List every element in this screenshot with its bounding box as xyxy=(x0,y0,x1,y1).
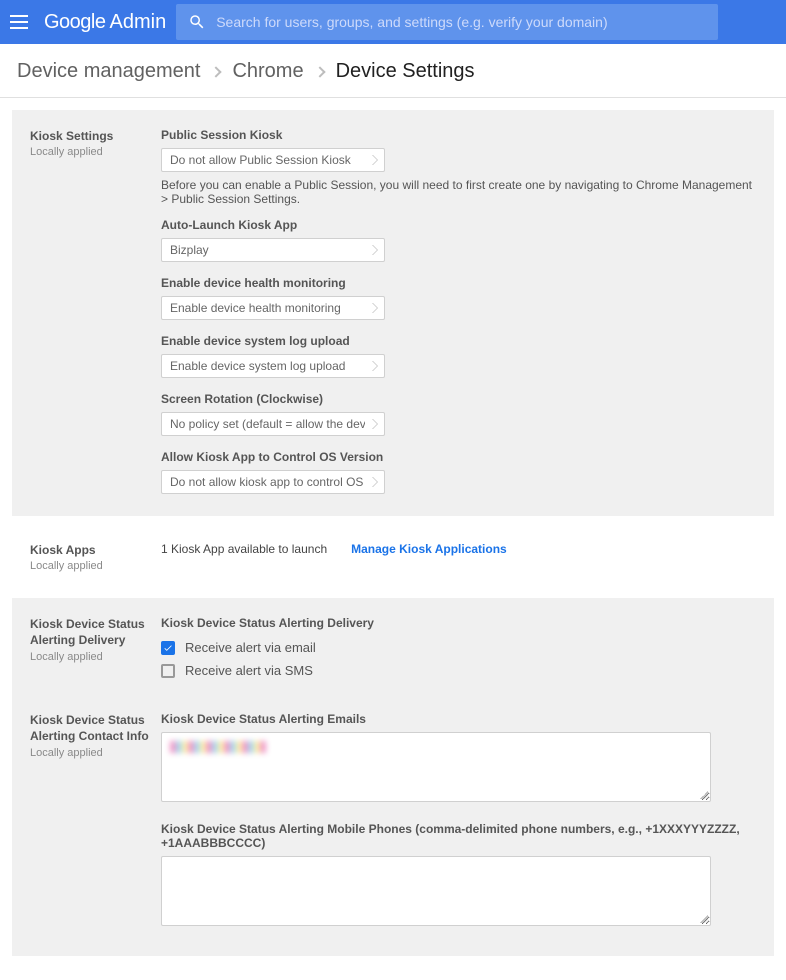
select-public-session[interactable]: Do not allow Public Session Kiosk xyxy=(161,148,385,172)
panel-side: Kiosk Settings Locally applied xyxy=(30,128,161,494)
apps-available-text: 1 Kiosk App available to launch xyxy=(161,542,327,556)
search-bar[interactable] xyxy=(176,4,718,40)
label-auto-launch: Auto-Launch Kiosk App xyxy=(161,218,756,232)
panel-title: Kiosk Device Status Alerting Contact Inf… xyxy=(30,712,161,744)
panel-main: 1 Kiosk App available to launch Manage K… xyxy=(161,542,756,572)
label-alert-email: Receive alert via email xyxy=(185,640,316,655)
checkbox-row-sms[interactable]: Receive alert via SMS xyxy=(161,663,756,678)
search-icon xyxy=(188,13,206,31)
search-input[interactable] xyxy=(216,14,706,30)
breadcrumb-item-chrome[interactable]: Chrome xyxy=(232,60,303,83)
panel-kiosk-apps: Kiosk Apps Locally applied 1 Kiosk App a… xyxy=(12,528,774,586)
panel-title: Kiosk Apps xyxy=(30,542,161,558)
panel-main: Kiosk Device Status Alerting Emails Kios… xyxy=(161,712,756,926)
logo-google-text: Google xyxy=(44,11,106,34)
panel-applied: Locally applied xyxy=(30,651,161,663)
panel-applied: Locally applied xyxy=(30,747,161,759)
panel-alerting: Kiosk Device Status Alerting Delivery Lo… xyxy=(12,598,774,956)
checkbox-sms[interactable] xyxy=(161,664,175,678)
top-bar: Google Admin xyxy=(0,0,786,44)
logo-admin-text: Admin xyxy=(110,11,167,34)
label-os-version: Allow Kiosk App to Control OS Version xyxy=(161,450,756,464)
panel-side: Kiosk Apps Locally applied xyxy=(30,542,161,572)
panel-main: Public Session Kiosk Do not allow Public… xyxy=(161,128,756,494)
logo[interactable]: Google Admin xyxy=(44,11,166,34)
label-alert-phones: Kiosk Device Status Alerting Mobile Phon… xyxy=(161,822,756,850)
label-syslog-upload: Enable device system log upload xyxy=(161,334,756,348)
heading-alerting-delivery: Kiosk Device Status Alerting Delivery xyxy=(161,616,756,630)
checkbox-email[interactable] xyxy=(161,641,175,655)
panel-applied: Locally applied xyxy=(30,560,161,572)
redacted-content xyxy=(170,741,266,753)
label-screen-rotation: Screen Rotation (Clockwise) xyxy=(161,392,756,406)
panel-kiosk-settings: Kiosk Settings Locally applied Public Se… xyxy=(12,110,774,516)
breadcrumb-item-device-management[interactable]: Device management xyxy=(17,60,200,83)
breadcrumb: Device management Chrome Device Settings xyxy=(0,44,786,98)
label-health-monitoring: Enable device health monitoring xyxy=(161,276,756,290)
checkbox-row-email[interactable]: Receive alert via email xyxy=(161,640,756,655)
textarea-alert-emails[interactable] xyxy=(161,732,711,802)
label-public-session: Public Session Kiosk xyxy=(161,128,756,142)
textarea-alert-phones[interactable] xyxy=(161,856,711,926)
panel-main: Kiosk Device Status Alerting Delivery Re… xyxy=(161,616,756,686)
label-alert-sms: Receive alert via SMS xyxy=(185,663,313,678)
panel-side-delivery: Kiosk Device Status Alerting Delivery Lo… xyxy=(30,616,161,686)
help-public-session: Before you can enable a Public Session, … xyxy=(161,178,756,206)
select-os-version[interactable]: Do not allow kiosk app to control OS ver… xyxy=(161,470,385,494)
panel-title: Kiosk Device Status Alerting Delivery xyxy=(30,616,161,648)
manage-kiosk-link[interactable]: Manage Kiosk Applications xyxy=(351,542,507,556)
chevron-right-icon xyxy=(314,66,325,77)
panel-side-contact: Kiosk Device Status Alerting Contact Inf… xyxy=(30,712,161,926)
select-health-monitoring[interactable]: Enable device health monitoring xyxy=(161,296,385,320)
panel-applied: Locally applied xyxy=(30,146,161,158)
chevron-right-icon xyxy=(211,66,222,77)
breadcrumb-item-device-settings: Device Settings xyxy=(336,60,475,83)
select-syslog-upload[interactable]: Enable device system log upload xyxy=(161,354,385,378)
menu-icon[interactable] xyxy=(10,10,34,34)
select-auto-launch[interactable]: Bizplay xyxy=(161,238,385,262)
label-alert-emails: Kiosk Device Status Alerting Emails xyxy=(161,712,756,726)
panel-title: Kiosk Settings xyxy=(30,128,161,144)
select-screen-rotation[interactable]: No policy set (default = allow the devic… xyxy=(161,412,385,436)
panels-container: Kiosk Settings Locally applied Public Se… xyxy=(0,98,786,980)
